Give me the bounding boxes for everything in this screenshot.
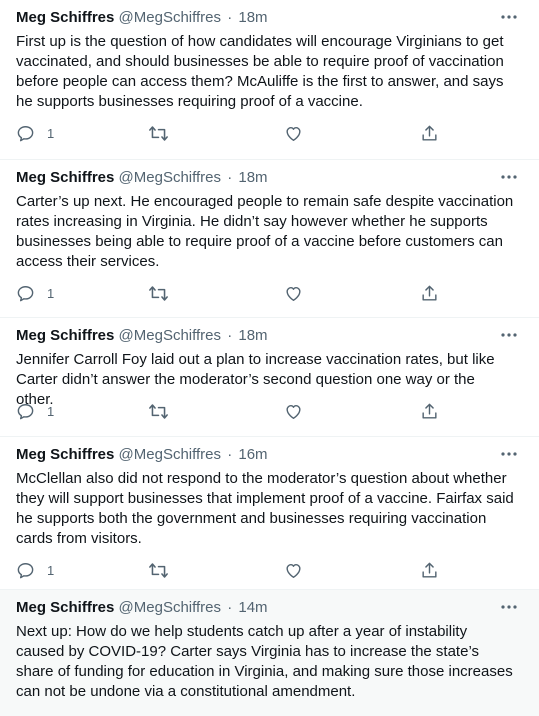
tweet-text: McClellan also did not respond to the mo… [16, 470, 514, 547]
tweet-actions: 1 [0, 559, 539, 581]
tweet-actions: 1 [0, 282, 539, 304]
retweet-icon [148, 402, 169, 421]
reply-button[interactable]: 1 [16, 282, 54, 304]
reply-count: 1 [47, 285, 55, 301]
share-icon [420, 561, 439, 580]
share-button[interactable] [420, 559, 439, 581]
like-icon [284, 402, 303, 421]
like-button[interactable] [284, 282, 303, 304]
author-handle[interactable]: @MegSchiffres [119, 9, 222, 26]
tweet-time[interactable]: 14m [238, 599, 267, 616]
retweet-button[interactable] [148, 122, 169, 144]
author-name[interactable]: Meg Schiffres [16, 169, 114, 186]
header-separator: · [227, 9, 233, 26]
reply-button[interactable]: 1 [16, 559, 54, 581]
reply-button[interactable]: 1 [16, 122, 54, 144]
tweet-time[interactable]: 18m [238, 327, 267, 344]
tweet-header: Meg Schiffres @MegSchiffres · 18m [16, 326, 268, 346]
tweet-text: Carter’s up next. He encouraged people t… [16, 193, 514, 270]
retweet-button[interactable] [148, 282, 169, 304]
like-button[interactable] [284, 400, 303, 422]
tweet-time[interactable]: 16m [238, 446, 267, 463]
share-button[interactable] [420, 282, 439, 304]
header-separator: · [227, 599, 233, 616]
tweet-text: First up is the question of how candidat… [16, 33, 504, 110]
header-separator: · [227, 446, 233, 463]
retweet-icon [148, 284, 169, 303]
tweet[interactable]: Meg Schiffres @MegSchiffres · 18m Jennif… [0, 318, 539, 437]
author-handle[interactable]: @MegSchiffres [119, 169, 222, 186]
like-icon [284, 284, 303, 303]
tweet-time[interactable]: 18m [238, 169, 267, 186]
tweet-header: Meg Schiffres @MegSchiffres · 16m [16, 445, 268, 465]
share-icon [420, 124, 439, 143]
retweet-button[interactable] [148, 400, 169, 422]
header-separator: · [227, 327, 233, 344]
tweet[interactable]: Meg Schiffres @MegSchiffres · 16m McClel… [0, 437, 539, 590]
like-button[interactable] [284, 122, 303, 144]
author-name[interactable]: Meg Schiffres [16, 327, 114, 344]
reply-count: 1 [47, 125, 55, 141]
share-icon [420, 402, 439, 421]
tweet-header: Meg Schiffres @MegSchiffres · 14m [16, 598, 268, 618]
tweet-time[interactable]: 18m [238, 9, 267, 26]
more-icon[interactable] [499, 326, 519, 344]
share-button[interactable] [420, 122, 439, 144]
like-icon [284, 124, 303, 143]
tweet-thread: Meg Schiffres @MegSchiffres · 18m First … [0, 0, 539, 716]
tweet[interactable]: Meg Schiffres @MegSchiffres · 18m Carter… [0, 160, 539, 318]
author-name[interactable]: Meg Schiffres [16, 446, 114, 463]
retweet-button[interactable] [148, 559, 169, 581]
author-name[interactable]: Meg Schiffres [16, 599, 114, 616]
reply-count: 1 [47, 403, 55, 419]
author-handle[interactable]: @MegSchiffres [119, 446, 222, 463]
header-separator: · [227, 169, 233, 186]
tweet[interactable]: Meg Schiffres @MegSchiffres · 18m First … [0, 0, 539, 160]
tweet-header: Meg Schiffres @MegSchiffres · 18m [16, 168, 268, 188]
reply-icon [16, 124, 35, 143]
retweet-icon [148, 561, 169, 580]
share-button[interactable] [420, 400, 439, 422]
author-handle[interactable]: @MegSchiffres [119, 599, 222, 616]
tweet-text: Next up: How do we help students catch u… [16, 623, 513, 700]
reply-icon [16, 402, 35, 421]
author-name[interactable]: Meg Schiffres [16, 9, 114, 26]
tweet-header: Meg Schiffres @MegSchiffres · 18m [16, 8, 268, 28]
more-icon[interactable] [499, 445, 519, 463]
reply-count: 1 [47, 562, 55, 578]
more-icon[interactable] [499, 8, 519, 26]
reply-icon [16, 561, 35, 580]
author-handle[interactable]: @MegSchiffres [119, 327, 222, 344]
tweet[interactable]: Meg Schiffres @MegSchiffres · 14m Next u… [0, 590, 539, 716]
tweet-actions: 1 [0, 400, 539, 422]
reply-button[interactable]: 1 [16, 400, 54, 422]
more-icon[interactable] [499, 168, 519, 186]
like-button[interactable] [284, 559, 303, 581]
reply-icon [16, 284, 35, 303]
more-icon[interactable] [499, 598, 519, 616]
like-icon [284, 561, 303, 580]
share-icon [420, 284, 439, 303]
retweet-icon [148, 124, 169, 143]
tweet-actions: 1 [0, 122, 539, 144]
